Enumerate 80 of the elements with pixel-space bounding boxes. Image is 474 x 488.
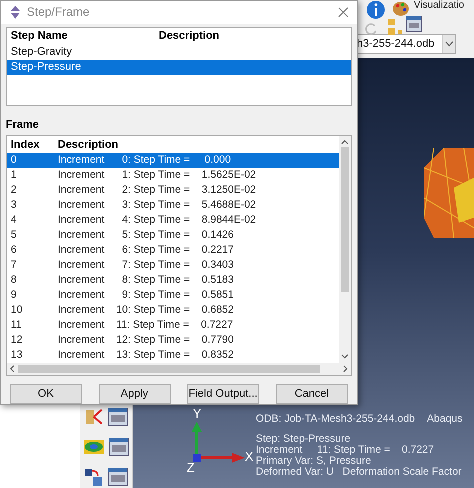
table-cell: Increment 0: Step Time = 0.000 [58,153,232,168]
table-cell-text: 3 [11,198,18,213]
table-cell: Increment 11: Step Time = 0.7227 [58,318,234,333]
table-cell-text: 12 [11,333,24,348]
table-cell-text: 8 [11,273,18,288]
dialog-button[interactable]: Apply [98,384,171,404]
frame-row[interactable]: 13 Increment 13: Step Time = 0.8352 [7,348,339,363]
frame-row[interactable]: 5 Increment 5: Step Time = 0.1426 [7,228,339,243]
product-label: Abaqus [427,413,463,425]
table-cell-text: 5 [11,228,18,243]
info-icon[interactable] [366,0,386,20]
frame-row[interactable]: 6 Increment 6: Step Time = 0.2217 [7,243,339,258]
frame-row[interactable]: 3 Increment 3: Step Time = 5.4688E-02 [7,198,339,213]
table-cell: Increment 9: Step Time = 0.5851 [58,288,234,303]
frame-row[interactable]: 1 Increment 1: Step Time = 1.5625E-02 [7,168,339,183]
table-cell-text: 1 [11,168,18,183]
overlay-icon[interactable] [84,467,104,487]
window-icon[interactable] [108,408,128,426]
dialog-button[interactable]: Cancel [276,384,348,404]
frame-row[interactable]: 2 Increment 2: Step Time = 3.1250E-02 [7,183,339,198]
contour-plot-icon[interactable] [83,438,105,456]
table-cell: Increment 6: Step Time = 0.2217 [58,243,234,258]
increment-info: Increment 11: Step Time = 0.7227 [256,445,436,456]
frame-row[interactable]: 10 Increment 10: Step Time = 0.6852 [7,303,339,318]
table-cell: Increment 10: Step Time = 0.6852 [58,303,234,318]
table-cell-text: 11 [11,318,23,333]
frame-row[interactable]: 9 Increment 9: Step Time = 0.5851 [7,288,339,303]
palette-icon[interactable] [392,0,410,18]
caret-icon[interactable] [341,140,349,145]
table-cell: Increment 8: Step Time = 0.5183 [58,273,234,288]
frame-row[interactable]: 0 Increment 0: Step Time = 0.000 [7,153,339,168]
deformed-variable-info: Deformed Var: U Deformation Scale Factor [256,467,463,478]
axis-label: Y [193,406,202,421]
close-icon[interactable] [338,6,349,18]
column-header: Step Name [11,30,69,42]
window-icon[interactable] [109,438,129,456]
module-label: Visualizatio [414,0,464,11]
window-icon[interactable] [406,16,422,32]
caret-icon[interactable] [10,365,15,373]
table-cell: Increment 5: Step Time = 0.1426 [58,228,234,243]
vertical-scrollbar[interactable] [339,136,351,363]
table-cell: Increment 7: Step Time = 0.3403 [58,258,234,273]
table-cell: Increment 2: Step Time = 3.1250E-02 [58,183,256,198]
section-label: Frame [6,119,40,133]
window-title: Step/Frame [27,5,90,20]
table-cell-text: 2 [11,183,18,198]
axis-label: X [245,449,254,464]
table-cell: Increment 4: Step Time = 8.9844E-02 [58,213,256,228]
table-cell-text: 9 [11,288,18,303]
frame-row[interactable]: 7 Increment 7: Step Time = 0.3403 [7,258,339,273]
window-icon[interactable] [108,468,128,486]
dialog-button[interactable]: Field Output... [187,384,260,404]
dialog-button[interactable]: OK [10,384,82,404]
table-cell: Increment 13: Step Time = 0.8352 [58,348,234,363]
table-cell: Increment 12: Step Time = 0.7790 [58,333,234,348]
table-cell: Increment 3: Step Time = 5.4688E-02 [58,198,256,213]
frame-row[interactable]: 11 Increment 11: Step Time = 0.7227 [7,318,339,333]
column-header: Index [11,138,41,150]
table-cell-text: 7 [11,258,18,273]
table-cell-text: 4 [11,213,18,228]
table-cell-text: 10 [11,303,24,318]
column-header: Description [159,30,220,42]
table-cell-text: 6 [11,243,18,258]
app-icon [9,6,22,19]
step-row[interactable]: Step-Gravity [7,44,351,60]
column-header: Description [58,138,119,150]
horizontal-scrollbar[interactable] [7,363,351,375]
mesh-tool-icon[interactable] [84,407,104,427]
frame-row[interactable]: 4 Increment 4: Step Time = 8.9844E-02 [7,213,339,228]
primary-variable-info: Primary Var: S, Pressure [256,456,372,467]
frame-row[interactable]: 8 Increment 8: Step Time = 0.5183 [7,273,339,288]
frame-row[interactable]: 12 Increment 12: Step Time = 0.7790 [7,333,339,348]
table-cell: Increment 1: Step Time = 1.5625E-02 [58,168,256,183]
step-info: Step: Step-Pressure [256,434,352,445]
step-row[interactable]: Step-Pressure [7,60,351,75]
odb-info: ODB: Job-TA-Mesh3-255-244.odb [256,413,416,425]
table-cell-text: 0 [11,153,18,168]
table-cell-text: 13 [11,348,24,363]
caret-icon [444,41,454,47]
axis-label: Z [187,460,195,475]
